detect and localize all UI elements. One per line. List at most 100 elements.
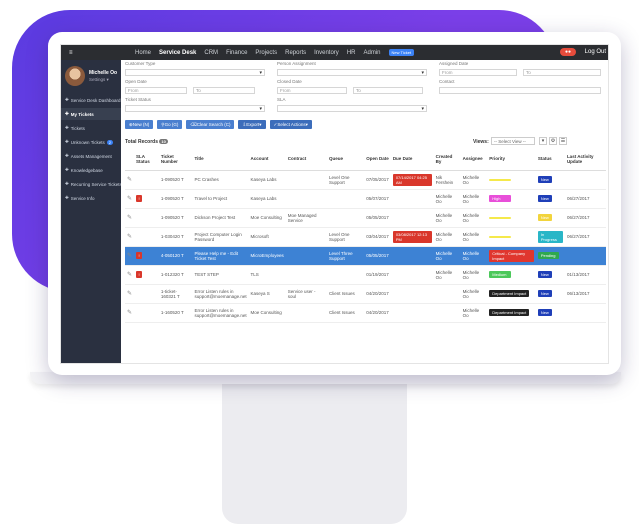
top-navbar: ≡ Home Service Desk CRM Finance Projects Repo… bbox=[61, 45, 608, 60]
cell-last: 06/27/2017 bbox=[564, 227, 606, 247]
edit-cell[interactable]: ✎ bbox=[125, 189, 135, 209]
user-settings[interactable]: Settings ▾ bbox=[89, 77, 117, 83]
nav-item-hr[interactable]: HR bbox=[347, 50, 356, 56]
notification-badge[interactable]: ●● bbox=[559, 48, 576, 56]
logout-link[interactable]: Log Out bbox=[585, 49, 606, 55]
edit-icon[interactable]: ✎ bbox=[127, 196, 132, 202]
open-date-from[interactable]: From bbox=[125, 87, 187, 94]
edit-icon[interactable]: ✎ bbox=[127, 253, 132, 259]
sidebar-item-label: Service Info bbox=[70, 195, 95, 201]
ticket-status-select[interactable] bbox=[125, 105, 265, 112]
person-assignment-select[interactable] bbox=[277, 69, 427, 76]
gear-icon[interactable]: ⚙ bbox=[549, 137, 557, 145]
cell-queue bbox=[326, 208, 365, 228]
nav-item-service-desk[interactable]: Service Desk bbox=[159, 50, 196, 56]
select-actions-button[interactable]: ✓ Select Actions ▾ bbox=[269, 120, 312, 129]
assigned-date-to[interactable]: To bbox=[523, 69, 601, 76]
filter-label: Assigned Date bbox=[439, 61, 469, 66]
new-ticket-badge[interactable]: New Ticket bbox=[388, 49, 415, 56]
edit-icon[interactable]: ✎ bbox=[127, 177, 132, 183]
sidebar-item-service-info[interactable]: ✚ Service Info bbox=[61, 192, 121, 204]
sidebar-bullet-icon: ✚ bbox=[65, 139, 69, 144]
nav-item-crm[interactable]: CRM bbox=[204, 50, 218, 56]
table-row[interactable]: ✎ 1-030420 T Project Computer Login Passwo… bbox=[125, 227, 606, 247]
table-row[interactable]: ✎! 4-050120 T Please Help me - Edit Ticket… bbox=[125, 246, 606, 266]
cell-priority bbox=[487, 208, 536, 228]
nav-item-finance[interactable]: Finance bbox=[226, 50, 247, 56]
sidebar-item-service-desk-dashboard[interactable]: ✚ Service Desk Dashboard bbox=[61, 94, 121, 106]
edit-cell[interactable]: ✎ bbox=[125, 227, 135, 247]
table-row[interactable]: ✎! 1-012320 T TEST STEP TLS 01/19/2017 Michel… bbox=[125, 265, 606, 285]
table-row[interactable]: ✎ 1-090520 T Dickson Project Test Moe Consu… bbox=[125, 208, 606, 228]
nav-item-admin[interactable]: Admin bbox=[363, 50, 380, 56]
edit-cell[interactable]: ✎ bbox=[125, 265, 135, 285]
cell-sla bbox=[134, 284, 159, 304]
sidebar-item-tickets[interactable]: ✚ Tickets bbox=[61, 122, 121, 134]
export-button[interactable]: ⇩ Export ▾ bbox=[238, 120, 266, 129]
nav-item-projects[interactable]: Projects bbox=[255, 50, 277, 56]
cell-open: 05/05/2017 bbox=[364, 208, 391, 228]
cell-open: 07/05/2017 bbox=[364, 170, 391, 190]
new-n-button[interactable]: ⊕ New (N) bbox=[125, 120, 154, 129]
cell-priority bbox=[487, 170, 536, 190]
sidebar-item-assets-management[interactable]: ✚ Assets Management bbox=[61, 150, 121, 162]
user-profile[interactable]: Michelle Oo Settings ▾ bbox=[65, 66, 117, 86]
cell-contract bbox=[285, 189, 327, 209]
total-records: Total Records 10 bbox=[125, 139, 168, 145]
column-header: Ticket Number bbox=[158, 148, 193, 171]
sidebar-item-knowledgebase[interactable]: ✚ Knowledgebase bbox=[61, 164, 121, 176]
menu-icon[interactable]: ≡ bbox=[61, 50, 121, 56]
cell-number: 1-090520 T bbox=[158, 189, 193, 209]
closed-date-from[interactable]: From bbox=[277, 87, 347, 94]
edit-icon[interactable]: ✎ bbox=[127, 215, 132, 221]
edit-icon[interactable]: ✎ bbox=[127, 272, 132, 278]
sidebar-item-unknown-tickets[interactable]: ✚ Unknown Tickets 2 bbox=[61, 136, 121, 148]
edit-cell[interactable]: ✎ bbox=[125, 284, 135, 304]
chevron-down-icon: ▾ bbox=[259, 121, 262, 127]
edit-icon[interactable]: ✎ bbox=[127, 310, 132, 316]
nav-item-home[interactable]: Home bbox=[135, 50, 151, 56]
sla-select[interactable] bbox=[277, 105, 427, 112]
edit-icon[interactable]: ✎ bbox=[127, 234, 132, 240]
sidebar-item-my-tickets[interactable]: ✚ My Tickets bbox=[61, 108, 121, 120]
cell-due bbox=[390, 246, 434, 266]
table-row[interactable]: ✎ 1-160520 T Error Listen rules in support… bbox=[125, 303, 606, 323]
open-date-to[interactable]: To bbox=[193, 87, 255, 94]
cell-number: 1-160520 T bbox=[158, 303, 193, 323]
edit-cell[interactable]: ✎ bbox=[125, 170, 135, 190]
table-row[interactable]: ✎ 1-090520 T PC Crashes Kaseya Labs Level On… bbox=[125, 170, 606, 190]
cell-priority: Critical - Company Impact bbox=[487, 246, 536, 266]
table-row[interactable]: ✎ 1-ticket-160321 T Error Listen rules in … bbox=[125, 284, 606, 304]
assigned-date-from[interactable]: From bbox=[439, 69, 517, 76]
cell-assignee: Michelle Oo bbox=[460, 303, 488, 323]
closed-date-to[interactable]: To bbox=[353, 87, 423, 94]
edit-cell[interactable]: ✎ bbox=[125, 208, 135, 228]
clear-search-c-button[interactable]: ⌫ Clear Search (C) bbox=[186, 120, 235, 129]
table-row[interactable]: ✎! 1-090520 T Travel to Project Kaseya Labs… bbox=[125, 189, 606, 209]
cell-status: Pending bbox=[535, 246, 565, 266]
button-label: New (N) bbox=[132, 122, 150, 127]
user-name: Michelle Oo bbox=[89, 69, 118, 76]
edit-cell[interactable]: ✎ bbox=[125, 303, 135, 323]
edit-icon[interactable]: ✎ bbox=[127, 291, 132, 297]
cell-status: New bbox=[535, 284, 565, 304]
status-badge: New bbox=[537, 214, 552, 221]
customer-type-select[interactable] bbox=[125, 69, 265, 76]
cell-queue bbox=[326, 265, 365, 285]
cell-created: Michelle Oo bbox=[433, 227, 461, 247]
edit-cell[interactable]: ✎ bbox=[125, 246, 135, 266]
views-select[interactable]: -- Select View -- bbox=[491, 137, 535, 145]
go-g-button[interactable]: ⚲ Go (G) bbox=[157, 120, 183, 129]
sidebar: Michelle Oo Settings ▾ ✚ Service Desk Das… bbox=[61, 60, 121, 363]
priority-badge bbox=[489, 179, 512, 181]
cell-queue: Client Issues bbox=[326, 303, 365, 323]
sidebar-item-recurring-service-tickets[interactable]: ✚ Recurring Service Tickets bbox=[61, 178, 121, 190]
columns-icon[interactable]: ☰ bbox=[559, 137, 567, 145]
nav-item-inventory[interactable]: Inventory bbox=[314, 50, 339, 56]
cell-account: TLS bbox=[248, 265, 286, 285]
chevron-down-icon[interactable]: ▾ bbox=[539, 137, 547, 145]
sidebar-item-label: Recurring Service Tickets bbox=[70, 181, 121, 187]
contact-input[interactable] bbox=[439, 87, 601, 94]
nav-item-reports[interactable]: Reports bbox=[285, 50, 306, 56]
cell-queue: Level One Support bbox=[326, 170, 365, 190]
